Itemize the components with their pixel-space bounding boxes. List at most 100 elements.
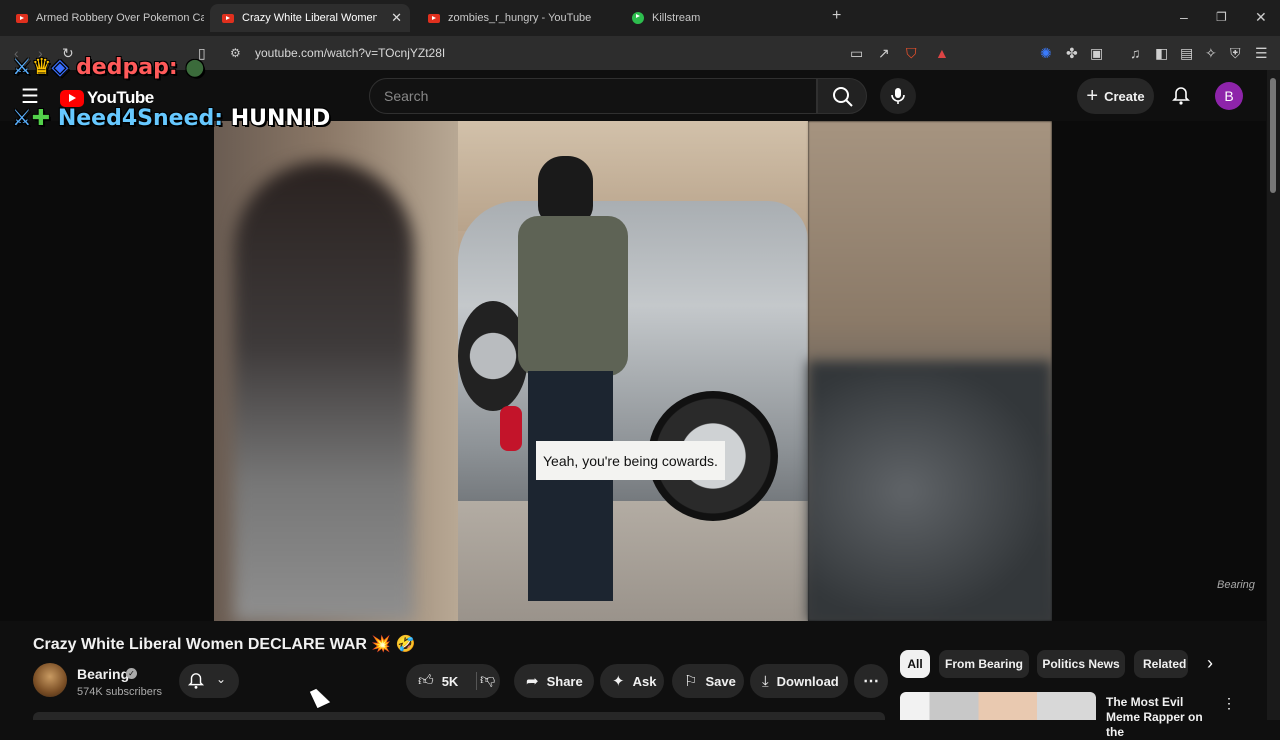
chat-message: HUNNID <box>230 106 331 131</box>
search-icon <box>833 87 853 107</box>
related-video-title[interactable]: The Most Evil Meme Rapper on the <box>1106 695 1216 740</box>
create-label: Create <box>1104 88 1145 104</box>
more-horizontal-icon: ⋯ <box>863 673 879 690</box>
wallet-icon[interactable]: ▤ <box>1180 45 1193 62</box>
tab-label: Crazy White Liberal Women D <box>242 12 377 24</box>
youtube-favicon-icon <box>222 13 234 23</box>
video-frame <box>214 121 1052 621</box>
search-box <box>369 78 817 114</box>
close-window-icon[interactable]: ✕ <box>1255 9 1267 26</box>
tab-armed-robbery[interactable]: Armed Robbery Over Pokemon Card <box>4 4 204 32</box>
menu-hamburger-icon[interactable]: ☰ <box>1255 45 1268 62</box>
download-label: Download <box>776 673 839 689</box>
scrollbar-thumb[interactable] <box>1270 78 1276 193</box>
description-box[interactable] <box>33 712 885 720</box>
verified-check-icon: ✓ <box>126 668 137 679</box>
chevron-right-icon[interactable]: › <box>1207 653 1213 674</box>
tab-label: Killstream <box>652 12 701 24</box>
site-settings-icon[interactable]: ⚙ <box>230 46 241 60</box>
share-label: Share <box>546 673 583 689</box>
voice-search-button[interactable] <box>880 78 916 114</box>
more-actions-button[interactable]: ⋯ <box>854 664 888 698</box>
chip-all[interactable]: All <box>900 650 930 678</box>
thumbs-down-icon[interactable]: 👎︎ <box>480 671 495 689</box>
download-button[interactable]: ⤓ Download <box>750 664 848 698</box>
microphone-icon <box>891 88 905 104</box>
extensions-puzzle-icon[interactable]: ✤ <box>1066 45 1078 62</box>
youtube-logo[interactable]: YouTube <box>60 88 154 108</box>
frog-emote-icon: ● <box>185 55 205 80</box>
close-tab-icon[interactable]: ✕ <box>391 10 402 26</box>
brave-rewards-icon[interactable]: ▲ <box>935 45 949 61</box>
tab-label: Armed Robbery Over Pokemon Card <box>36 12 204 24</box>
brave-shields-icon[interactable]: ⛉ <box>906 45 917 62</box>
chat-line-dedpap: ⚔♛◈ dedpap: ● <box>12 55 205 80</box>
account-avatar[interactable]: B <box>1215 82 1243 110</box>
chat-username: Need4Sneed: <box>57 106 224 131</box>
cast-icon[interactable]: ▭ <box>850 45 863 62</box>
chip-related[interactable]: Related <box>1134 650 1188 678</box>
url-field[interactable]: youtube.com/watch?v=TOcnjYZt28I <box>255 46 445 60</box>
video-watermark: Bearing <box>1217 579 1255 591</box>
chip-from-bearing[interactable]: From Bearing <box>939 650 1029 678</box>
like-count[interactable]: 5K <box>442 674 459 689</box>
reader-mode-icon[interactable]: ▣ <box>1090 45 1103 62</box>
browser-tab-bar: Armed Robbery Over Pokemon Card Crazy Wh… <box>0 0 1280 36</box>
youtube-play-icon <box>60 89 84 107</box>
notifications-bell-icon[interactable] <box>1171 86 1191 106</box>
youtube-logo-text: YouTube <box>87 88 154 107</box>
more-vertical-icon[interactable]: ⋮ <box>1222 695 1236 712</box>
search-button[interactable] <box>817 78 867 114</box>
save-label: Save <box>705 673 736 689</box>
bell-icon <box>187 673 205 689</box>
channel-name[interactable]: Bearing <box>77 666 129 682</box>
divider <box>476 672 477 690</box>
crown-badge-icon: ♛ <box>31 55 52 80</box>
create-button[interactable]: + Create <box>1077 78 1154 114</box>
mouse-cursor-icon <box>309 685 331 709</box>
extension-icon[interactable]: ✺ <box>1040 45 1052 62</box>
search-input[interactable] <box>384 88 804 104</box>
ask-button[interactable]: ✦ Ask <box>600 664 664 698</box>
sparkle-icon: ✦ <box>612 673 625 690</box>
plus-icon: + <box>1086 84 1099 107</box>
share-page-icon[interactable]: ↗ <box>878 45 890 62</box>
subscriber-count: 574K subscribers <box>77 686 162 698</box>
tab-zombies-r-hungry[interactable]: zombies_r_hungry - YouTube <box>416 4 616 32</box>
sword-emote-icon: ⚔ <box>12 106 32 131</box>
vpn-icon[interactable]: ⛨ <box>1230 45 1241 62</box>
restore-window-icon[interactable]: ❐ <box>1216 10 1227 24</box>
save-button[interactable]: ⚐ Save <box>672 664 744 698</box>
video-person <box>498 151 628 611</box>
video-center-panel <box>458 121 808 621</box>
chip-politics-news[interactable]: Politics News <box>1037 650 1125 678</box>
video-blurred-right-panel <box>808 121 1052 621</box>
new-tab-plus-icon[interactable]: + <box>832 7 841 25</box>
share-button[interactable]: ➦ Share <box>514 664 594 698</box>
related-video-thumbnail[interactable] <box>900 692 1096 720</box>
channel-badge-icon: ◈ <box>51 55 69 80</box>
tab-crazy-white-liberal-women[interactable]: Crazy White Liberal Women D ✕ <box>210 4 410 32</box>
media-music-icon[interactable]: ♫ <box>1130 45 1141 61</box>
video-caption: Yeah, you're being cowards. <box>536 441 725 480</box>
channel-avatar[interactable] <box>33 663 67 697</box>
minimize-window-icon[interactable]: – <box>1180 9 1188 25</box>
like-dislike-group: 👍︎ 5K 👎︎ <box>406 664 500 698</box>
chat-line-need4sneed: ⚔✚ Need4Sneed: HUNNID <box>12 106 330 131</box>
video-blurred-left-panel <box>214 121 458 621</box>
thumbs-up-icon[interactable]: 👍︎ <box>418 672 434 690</box>
youtube-favicon-icon <box>16 13 28 23</box>
chevron-down-icon: ⌄ <box>216 672 227 686</box>
tab-killstream[interactable]: Killstream <box>620 4 820 32</box>
ask-label: Ask <box>632 673 657 689</box>
bookmark-save-icon: ⚐ <box>684 673 698 690</box>
download-icon: ⤓ <box>762 672 769 690</box>
video-player[interactable] <box>0 121 1266 621</box>
leo-ai-icon[interactable]: ✧ <box>1205 45 1217 62</box>
plus-badge-icon: ✚ <box>31 106 51 131</box>
share-arrow-icon: ➦ <box>526 673 539 690</box>
subscription-notifications-button[interactable]: ⌄ <box>179 664 239 698</box>
chat-username: dedpap: <box>76 55 178 80</box>
killstream-favicon-icon <box>632 12 644 24</box>
sidebar-icon[interactable]: ◧ <box>1155 45 1168 62</box>
